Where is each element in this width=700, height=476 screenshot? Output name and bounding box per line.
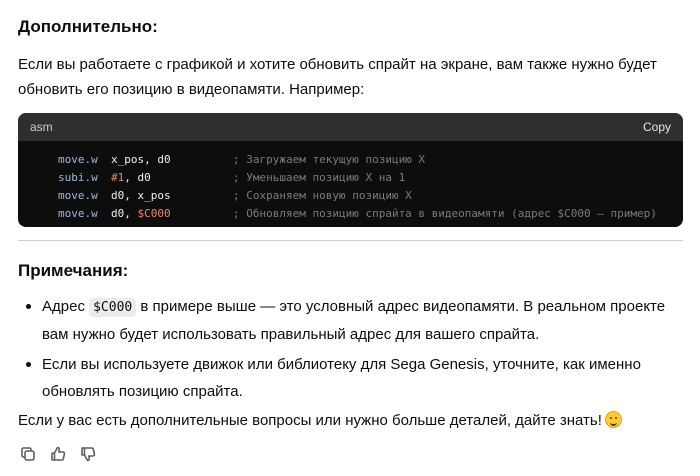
inline-code: $C000 <box>89 298 137 317</box>
code-opcode: move.w <box>58 207 98 220</box>
code-opcode: move.w <box>58 189 98 202</box>
section-heading-notes: Примечания: <box>18 261 129 280</box>
list-item: Если вы используете движок или библиотек… <box>18 351 688 405</box>
intro-paragraph: Если вы работаете с графикой и хотите об… <box>18 56 657 98</box>
code-separator: , <box>124 189 138 202</box>
code-operand: x_pos <box>111 153 145 166</box>
bullet-dot <box>26 362 31 367</box>
dislike-button[interactable] <box>78 444 98 464</box>
bullet-dot <box>26 304 31 309</box>
code-line: move.w d0, $C000 ; Обновляем позицию спра… <box>58 205 683 223</box>
copy-message-button[interactable] <box>18 444 38 464</box>
code-block: asm Copy move.w x_pos, d0 ; Загружаем тек… <box>18 113 683 227</box>
bullet1-text-after: в примере выше — это условный адрес виде… <box>42 298 666 343</box>
code-comment: ; Загружаем текущую позицию X <box>233 153 426 166</box>
section-heading-additional: Дополнительно: <box>18 17 158 36</box>
code-operand: #1 <box>111 171 125 184</box>
message-actions <box>18 444 98 464</box>
code-separator: , <box>144 153 158 166</box>
closing-text: Если у вас есть дополнительные вопросы и… <box>18 412 602 429</box>
divider <box>18 240 683 241</box>
code-operand: d0 <box>111 189 125 202</box>
code-opcode: subi.w <box>58 171 98 184</box>
code-operand: x_pos <box>137 189 171 202</box>
code-comment: ; Сохраняем новую позицию X <box>233 189 412 202</box>
smiling-face-emoji-icon <box>604 411 622 428</box>
code-comment: ; Уменьшаем позицию X на 1 <box>233 171 406 184</box>
notes-list: Адрес $C000 в примере выше — это условны… <box>18 293 688 408</box>
code-language-label: asm <box>30 120 53 134</box>
thumbs-down-icon <box>81 447 96 462</box>
bullet2-text: Если вы используете движок или библиотек… <box>42 356 641 400</box>
like-button[interactable] <box>48 444 68 464</box>
code-line: move.w x_pos, d0 ; Загружаем текущую пози… <box>58 151 683 169</box>
code-block-header: asm Copy <box>18 113 683 141</box>
code-operand: d0 <box>137 171 151 184</box>
code-operand: d0 <box>111 207 125 220</box>
thumbs-up-icon <box>51 446 66 461</box>
code-separator: , <box>124 207 138 220</box>
code-body: move.w x_pos, d0 ; Загружаем текущую пози… <box>18 141 683 223</box>
code-opcode: move.w <box>58 153 98 166</box>
copy-icon <box>21 447 35 461</box>
bullet1-text-before: Адрес <box>42 298 90 315</box>
code-operand: $C000 <box>137 207 171 220</box>
list-item: Адрес $C000 в примере выше — это условны… <box>18 293 688 348</box>
code-separator: , <box>124 171 138 184</box>
code-operand: d0 <box>157 153 171 166</box>
copy-code-button[interactable]: Copy <box>643 120 671 134</box>
code-line: subi.w #1, d0 ; Уменьшаем позицию X на 1 <box>58 169 683 187</box>
code-line: move.w d0, x_pos ; Сохраняем новую позици… <box>58 187 683 205</box>
copy-code-label: Copy <box>642 120 671 134</box>
closing-paragraph: Если у вас есть дополнительные вопросы и… <box>18 408 688 433</box>
code-comment: ; Обновляем позицию спрайта в видеопамят… <box>233 207 657 220</box>
